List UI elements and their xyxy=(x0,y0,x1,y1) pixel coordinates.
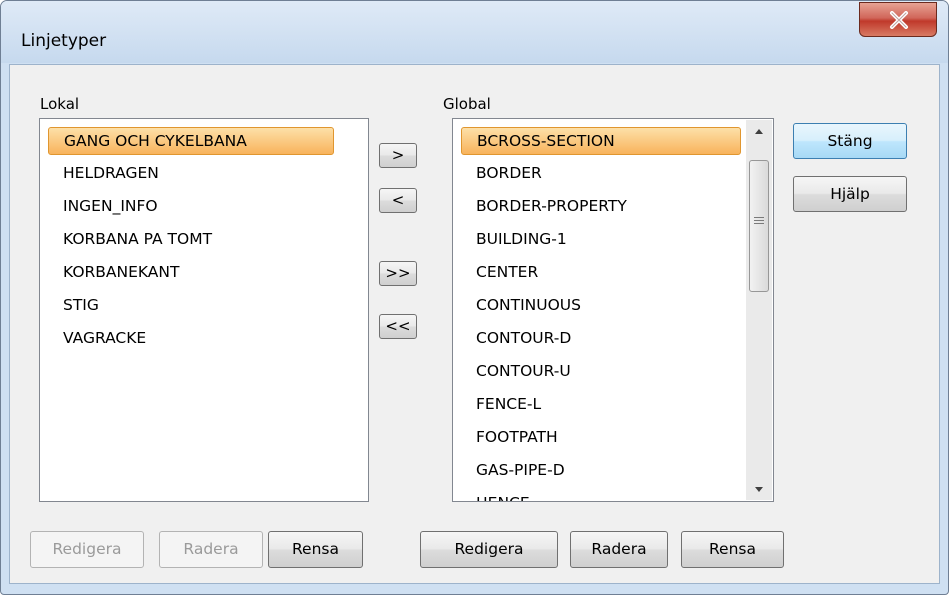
scroll-thumb[interactable] xyxy=(749,160,769,292)
title-bar[interactable]: Linjetyper xyxy=(1,1,948,63)
list-item[interactable]: KORBANEKANT xyxy=(48,258,179,286)
list-item[interactable]: FENCE-L xyxy=(461,390,541,418)
list-item[interactable]: INGEN_INFO xyxy=(48,192,158,220)
dialog-window: Linjetyper Lokal GANG OCH CYKELBANA HELD… xyxy=(0,0,949,595)
chevron-down-icon xyxy=(755,487,763,492)
list-item[interactable]: STIG xyxy=(48,291,99,319)
global-label: Global xyxy=(443,95,491,113)
lokal-edit-button[interactable]: Redigera xyxy=(30,531,144,568)
list-item[interactable]: KORBANA PA TOMT xyxy=(48,225,212,253)
remove-all-button[interactable]: << xyxy=(379,314,417,339)
list-item[interactable]: CENTER xyxy=(461,258,538,286)
thumb-grip-line xyxy=(754,220,764,221)
list-item[interactable]: BORDER-PROPERTY xyxy=(461,192,627,220)
list-item[interactable]: BORDER xyxy=(461,159,542,187)
list-item[interactable]: GANG OCH CYKELBANA xyxy=(48,127,334,155)
window-title: Linjetyper xyxy=(21,31,107,51)
scroll-down-button[interactable] xyxy=(746,478,772,500)
list-item[interactable]: FOOTPATH xyxy=(461,423,558,451)
dialog-client-area: Lokal GANG OCH CYKELBANA HELDRAGEN INGEN… xyxy=(9,64,940,584)
lokal-label: Lokal xyxy=(40,95,80,113)
close-window-button[interactable] xyxy=(859,2,937,37)
global-scrollbar[interactable] xyxy=(746,120,772,500)
list-item[interactable]: HENCE xyxy=(461,489,530,501)
global-delete-button[interactable]: Radera xyxy=(570,531,668,568)
thumb-grip-line xyxy=(754,223,764,224)
help-button[interactable]: Hjälp xyxy=(793,176,907,212)
thumb-grip-line xyxy=(754,217,764,218)
chevron-up-icon xyxy=(755,129,763,134)
add-button[interactable]: > xyxy=(379,143,417,168)
list-item[interactable]: GAS-PIPE-D xyxy=(461,456,565,484)
remove-button[interactable]: < xyxy=(379,188,417,213)
lokal-clear-button[interactable]: Rensa xyxy=(268,531,363,568)
list-item[interactable]: CONTOUR-D xyxy=(461,324,571,352)
lokal-list[interactable]: GANG OCH CYKELBANA HELDRAGEN INGEN_INFO … xyxy=(39,118,369,502)
scroll-up-button[interactable] xyxy=(746,120,772,142)
list-item[interactable]: BCROSS-SECTION xyxy=(461,127,741,155)
list-item[interactable]: BUILDING-1 xyxy=(461,225,567,253)
list-item[interactable]: VAGRACKE xyxy=(48,324,146,352)
lokal-delete-button[interactable]: Radera xyxy=(159,531,263,568)
global-list[interactable]: BCROSS-SECTION BORDER BORDER-PROPERTY BU… xyxy=(452,118,774,502)
list-item[interactable]: HELDRAGEN xyxy=(48,159,159,187)
close-button[interactable]: Stäng xyxy=(793,123,907,159)
close-icon xyxy=(890,11,908,29)
list-item[interactable]: CONTINUOUS xyxy=(461,291,581,319)
list-item[interactable]: CONTOUR-U xyxy=(461,357,571,385)
add-all-button[interactable]: >> xyxy=(379,261,417,286)
global-clear-button[interactable]: Rensa xyxy=(681,531,784,568)
global-edit-button[interactable]: Redigera xyxy=(420,531,558,568)
